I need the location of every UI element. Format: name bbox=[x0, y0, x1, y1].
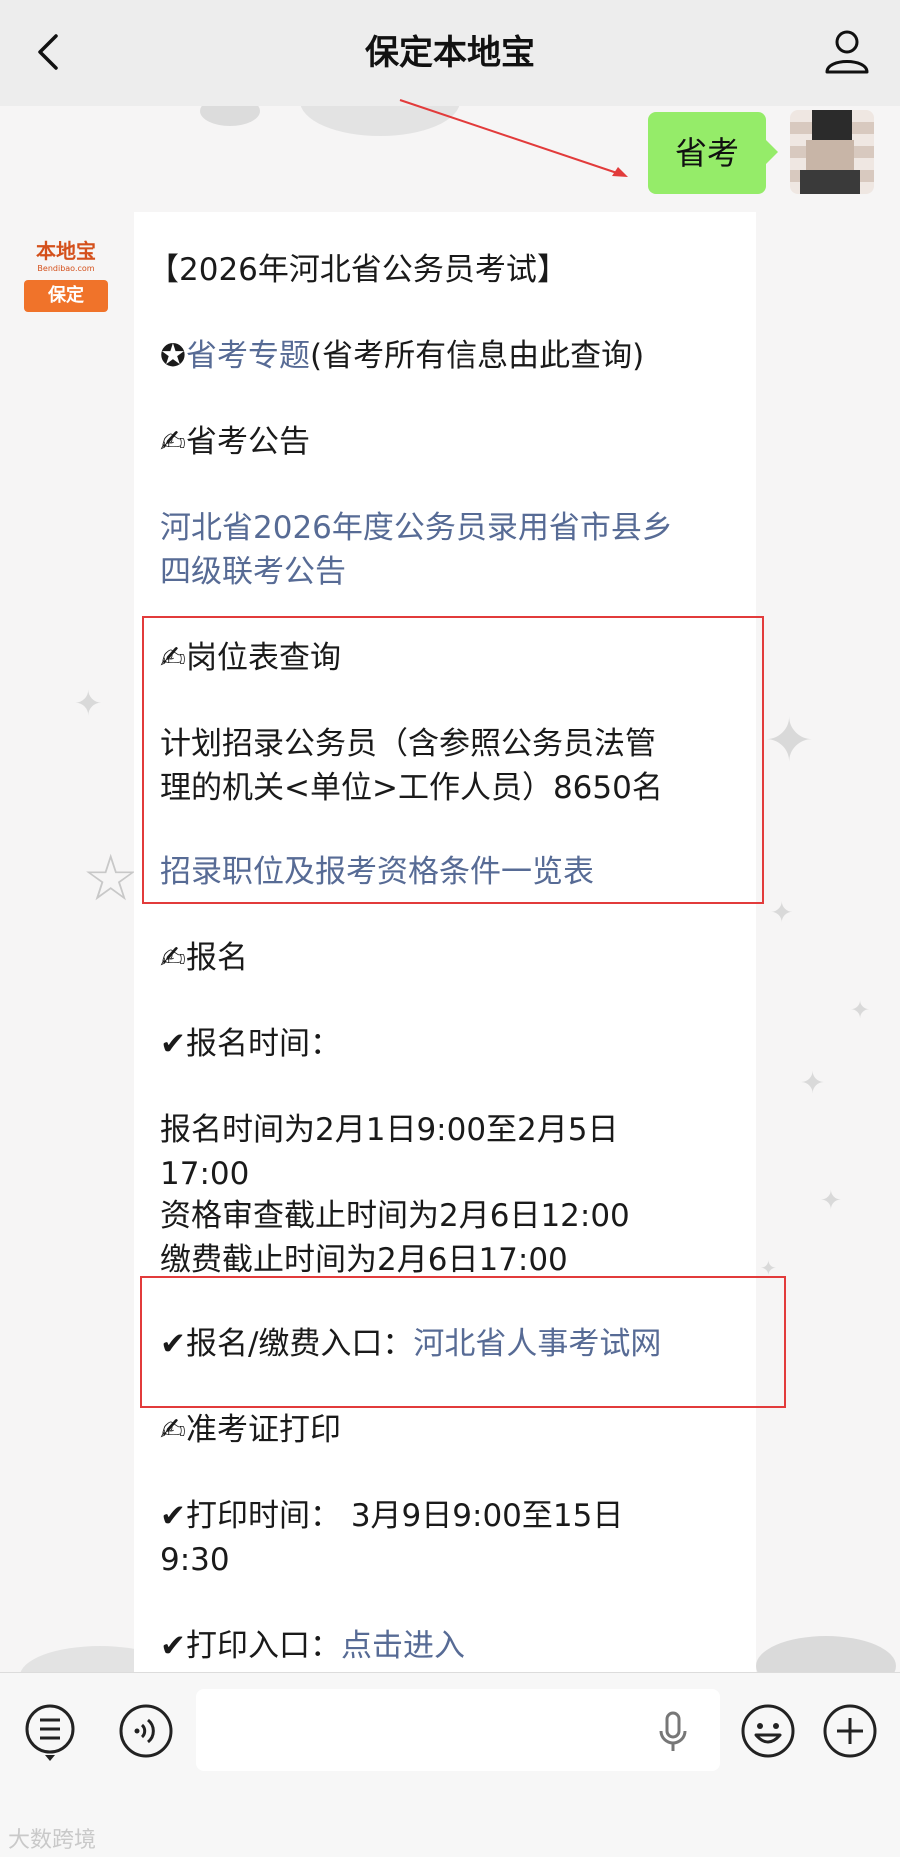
title-bar: 保定本地宝 bbox=[0, 0, 900, 106]
page-title: 保定本地宝 bbox=[365, 33, 535, 73]
print-entry-link[interactable]: 点击进入 bbox=[341, 1628, 465, 1664]
topic-star-icon: ✪ bbox=[160, 338, 186, 374]
message-heading: 【2026年河北省公务员考试】 bbox=[148, 252, 568, 288]
microphone-icon[interactable] bbox=[658, 1711, 688, 1755]
voice-icon[interactable] bbox=[118, 1703, 174, 1759]
avatar[interactable] bbox=[790, 110, 874, 194]
admit-card-title: ✍准考证打印 bbox=[160, 1412, 341, 1448]
entry-link[interactable]: 河北省人事考试网 bbox=[413, 1326, 661, 1362]
background-moon-decoration bbox=[756, 1636, 896, 1672]
entry-label: ✔报名/缴费入口： bbox=[160, 1326, 414, 1362]
background-moon-decoration bbox=[200, 106, 260, 126]
watermark: 大数跨境 bbox=[8, 1828, 97, 1853]
outgoing-message-bubble[interactable]: 省考 bbox=[648, 112, 778, 194]
print-time-text: ✔打印时间： 3月9日9:00至15日 bbox=[160, 1498, 624, 1534]
input-toolbar bbox=[0, 1672, 900, 1857]
signup-time-text: 报名时间为2月1日9:00至2月5日 bbox=[160, 1112, 619, 1148]
positions-description: 计划招录公务员（含参照公务员法管 bbox=[160, 726, 656, 762]
topic-line: ✪省考专题(省考所有信息由此查询) bbox=[160, 334, 644, 378]
list-menu-icon[interactable] bbox=[24, 1703, 78, 1765]
star-decoration: ✦ bbox=[820, 1186, 842, 1216]
review-deadline-text: 资格审查截止时间为2月6日12:00 bbox=[160, 1198, 630, 1234]
announcement-link[interactable]: 河北省2026年度公务员录用省市县乡 bbox=[160, 506, 673, 550]
annotation-arrow bbox=[399, 99, 628, 177]
positions-description: 理的机关<单位>工作人员）8650名 bbox=[160, 770, 663, 806]
sender-logo[interactable]: 本地宝 Bendibao.com 保定 bbox=[24, 236, 108, 312]
signup-time-text: 17:00 bbox=[160, 1156, 250, 1192]
star-decoration: ✦ bbox=[764, 706, 815, 776]
star-decoration: ✦ bbox=[770, 896, 794, 929]
message-input[interactable] bbox=[196, 1689, 720, 1771]
logo-bottom-text: 保定 bbox=[24, 280, 108, 312]
logo-sub-text: Bendibao.com bbox=[37, 264, 95, 273]
signup-title: ✍报名 bbox=[160, 940, 248, 976]
announcement-title: ✍省考公告 bbox=[160, 424, 310, 460]
print-entry-line: ✔打印入口：点击进入 bbox=[160, 1624, 465, 1668]
emoji-icon[interactable] bbox=[740, 1703, 796, 1759]
plus-icon[interactable] bbox=[822, 1703, 878, 1759]
print-time-text: 9:30 bbox=[160, 1542, 230, 1578]
topic-link[interactable]: 省考专题 bbox=[186, 338, 310, 374]
star-decoration: ✦ bbox=[800, 1066, 826, 1101]
person-icon[interactable] bbox=[822, 26, 872, 76]
star-decoration: ✦ bbox=[850, 996, 871, 1024]
entry-line: ✔报名/缴费入口：河北省人事考试网 bbox=[160, 1322, 661, 1366]
topic-suffix: (省考所有信息由此查询) bbox=[309, 338, 645, 374]
star-decoration: ☆ bbox=[82, 842, 140, 916]
positions-title: ✍岗位表查询 bbox=[160, 640, 341, 676]
positions-link[interactable]: 招录职位及报考资格条件一览表 bbox=[160, 850, 594, 894]
signup-time-label: ✔报名时间： bbox=[160, 1026, 341, 1062]
star-decoration: ✦ bbox=[74, 684, 103, 724]
print-entry-label: ✔打印入口： bbox=[160, 1628, 341, 1664]
announcement-link[interactable]: 四级联考公告 bbox=[160, 550, 346, 594]
